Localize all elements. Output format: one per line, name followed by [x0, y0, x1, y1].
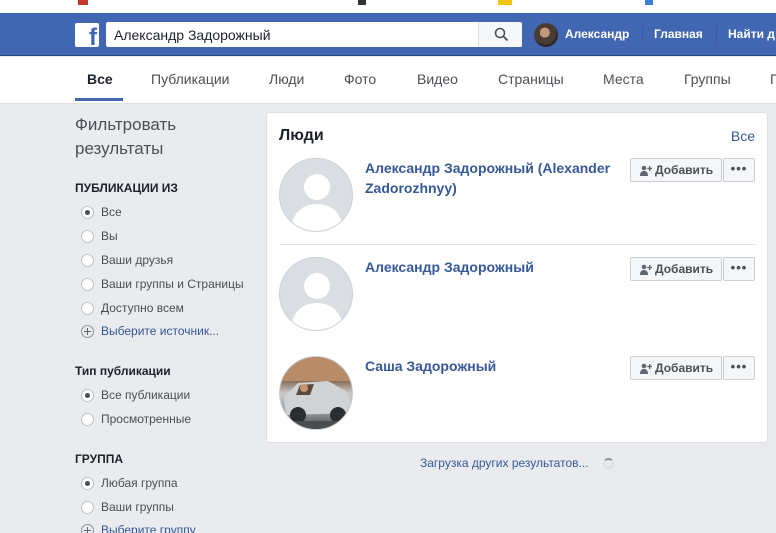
car-photo — [280, 357, 352, 429]
bookmark-favicon[interactable] — [645, 0, 653, 5]
person-name-link[interactable]: Александр Задорожный (Alexander Zadorozh… — [365, 158, 625, 198]
avatar[interactable] — [279, 158, 353, 232]
plus-circle-icon — [81, 325, 94, 338]
nav-divider — [716, 26, 717, 42]
add-friend-icon — [640, 165, 652, 176]
find-friends-link[interactable]: Найти д — [728, 27, 775, 41]
filter-title: Фильтровать результаты — [75, 115, 177, 158]
radio-unchecked[interactable] — [81, 230, 94, 243]
add-friend-label: Добавить — [655, 262, 714, 276]
filter-option-label: Ваши группы и Страницы — [101, 277, 244, 291]
plus-circle-icon — [81, 524, 94, 533]
facebook-logo[interactable]: f — [75, 23, 99, 47]
tab-people[interactable]: Люди — [269, 71, 304, 87]
profile-name: Александр — [565, 27, 630, 41]
person-name-link[interactable]: Саша Задорожный — [365, 356, 625, 376]
bookmark-favicon[interactable] — [358, 0, 366, 5]
add-friend-label: Добавить — [655, 163, 714, 177]
more-options-button[interactable]: ••• — [723, 158, 755, 182]
search-tabs: Все Публикации Люди Фото Видео Страницы … — [0, 57, 776, 104]
people-section-title: Люди — [279, 127, 324, 144]
radio-checked[interactable] — [81, 206, 94, 219]
add-friend-icon — [640, 264, 652, 275]
see-all-people-link[interactable]: Все — [731, 128, 755, 144]
tab-all[interactable]: Все — [87, 71, 113, 87]
loading-spinner-icon — [603, 458, 614, 469]
add-friend-button[interactable]: Добавить — [630, 356, 722, 380]
row-divider — [279, 244, 755, 245]
search-box — [106, 22, 522, 47]
radio-unchecked[interactable] — [81, 254, 94, 267]
search-icon — [494, 27, 509, 42]
choose-group-label: Выберите группу — [101, 523, 196, 533]
add-friend-label: Добавить — [655, 361, 714, 375]
filter-option-label: Ваши друзья — [101, 253, 174, 267]
bookmark-favicon[interactable] — [78, 0, 88, 5]
radio-checked[interactable] — [81, 477, 94, 490]
default-avatar-icon — [290, 174, 344, 231]
home-link[interactable]: Главная — [654, 27, 703, 41]
more-options-button[interactable]: ••• — [723, 356, 755, 380]
active-tab-indicator — [75, 98, 123, 101]
radio-unchecked[interactable] — [81, 413, 94, 426]
people-results-card: Люди Все Александр Задорожный (Alexander… — [266, 112, 768, 443]
choose-source-label: Выберите источник... — [101, 324, 220, 338]
tab-photos[interactable]: Фото — [344, 71, 376, 87]
radio-unchecked[interactable] — [81, 501, 94, 514]
radio-checked[interactable] — [81, 389, 94, 402]
filter-option-label: Просмотренные — [101, 412, 192, 426]
radio-unchecked[interactable] — [81, 278, 94, 291]
bookmarks-bar — [0, 0, 776, 13]
avatar[interactable] — [279, 257, 353, 331]
filter-option-label: Вы — [101, 229, 118, 243]
filter-heading-posts-from: ПУБЛИКАЦИИ ИЗ — [75, 181, 178, 195]
top-navigation-bar: f Александр Главная Найти д — [0, 13, 776, 56]
filter-heading-group: ГРУППА — [75, 452, 124, 466]
filter-option-label: Ваши группы — [101, 500, 174, 514]
search-button[interactable] — [478, 22, 522, 47]
filter-option-label: Доступно всем — [101, 301, 184, 315]
search-input[interactable] — [106, 22, 478, 47]
tab-places[interactable]: Места — [603, 71, 644, 87]
default-avatar-icon — [290, 273, 344, 330]
tab-more[interactable]: П — [770, 71, 776, 87]
add-friend-icon — [640, 363, 652, 374]
person-name-link[interactable]: Александр Задорожный — [365, 257, 625, 277]
filter-heading-post-type: Тип публикации — [75, 364, 171, 378]
tab-videos[interactable]: Видео — [417, 71, 458, 87]
tab-posts[interactable]: Публикации — [151, 71, 229, 87]
tab-groups[interactable]: Группы — [684, 71, 731, 87]
nav-divider — [642, 26, 643, 42]
add-friend-button[interactable]: Добавить — [630, 158, 722, 182]
filter-option-label: Все — [101, 205, 122, 219]
avatar[interactable] — [279, 356, 353, 430]
more-options-button[interactable]: ••• — [723, 257, 755, 281]
add-friend-button[interactable]: Добавить — [630, 257, 722, 281]
filter-option-label: Все публикации — [101, 388, 191, 402]
radio-unchecked[interactable] — [81, 302, 94, 315]
filter-option-label: Любая группа — [101, 476, 178, 490]
ellipsis-icon: ••• — [730, 359, 748, 374]
bookmark-favicon[interactable] — [498, 0, 512, 5]
loading-more-results: Загрузка других результатов... — [420, 456, 589, 470]
avatar — [534, 23, 558, 47]
ellipsis-icon: ••• — [730, 260, 748, 275]
ellipsis-icon: ••• — [730, 161, 748, 176]
tab-pages[interactable]: Страницы — [498, 71, 564, 87]
